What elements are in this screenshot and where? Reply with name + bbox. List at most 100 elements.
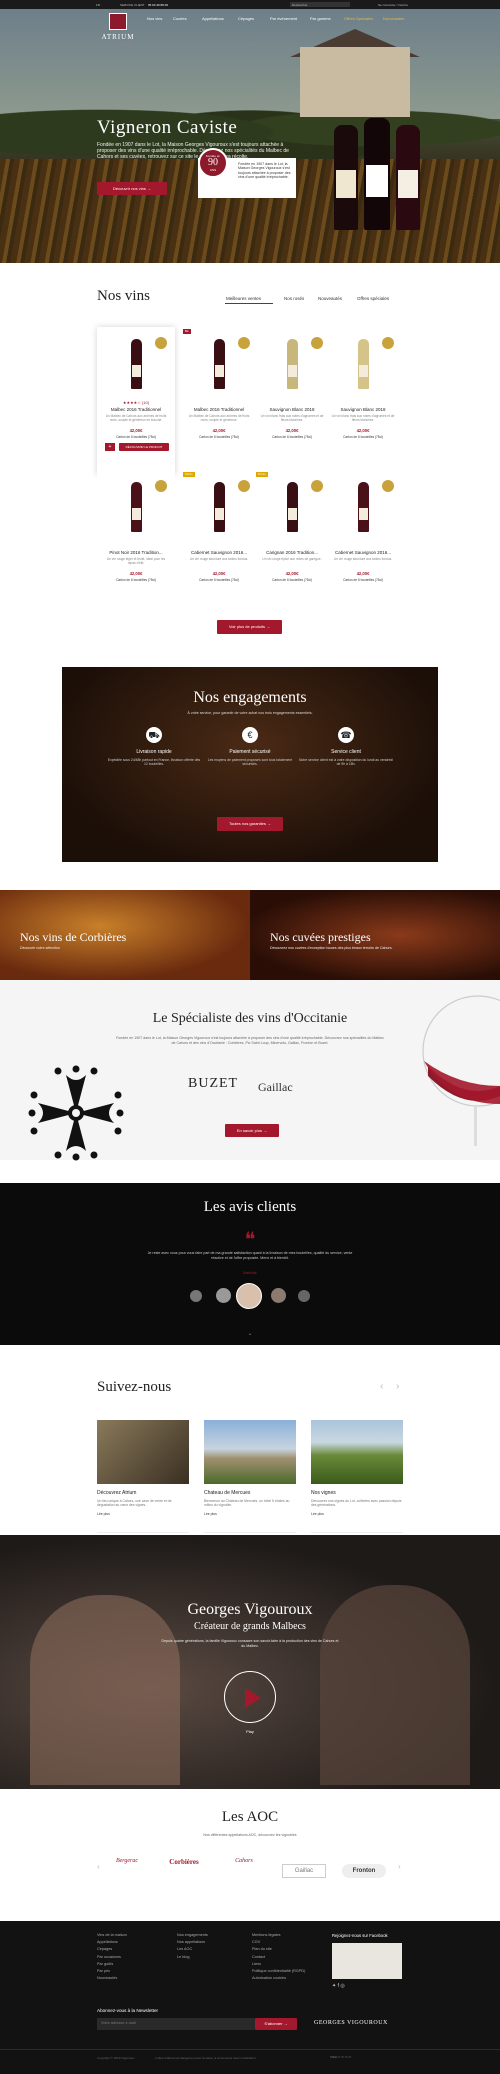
hero-section <box>0 9 500 263</box>
product-price: 42,00€ <box>285 428 299 433</box>
wine-glass-image <box>422 995 500 1146</box>
bottle-image <box>358 482 369 532</box>
top-bar: FR SERVICE CLIENT 05 63 49 89 00 Recherc… <box>0 0 500 9</box>
product-name[interactable]: Cabernet Sauvignon 2016... <box>180 550 258 555</box>
engagements-subtitle: À votre service, pour garantir de votre … <box>187 711 313 715</box>
tab-roses[interactable]: Nos rosés <box>284 296 304 301</box>
truck-icon: ⛟ <box>146 727 162 743</box>
product-name[interactable]: Carignan 2016 Tradition... <box>253 550 331 555</box>
gaillac-logo: Gaillac <box>258 1080 293 1094</box>
avatar[interactable] <box>216 1288 231 1303</box>
nav-appellations[interactable]: Appellations <box>202 16 224 21</box>
product-tag: Bio <box>183 329 191 334</box>
aoc-logo-bergerac[interactable]: Bergerac <box>105 1858 149 1884</box>
nav-nouveautes[interactable]: Nouveautés <box>383 16 404 21</box>
product-stock: Carton de 6 bouteilles (75cl) <box>272 435 312 439</box>
discover-product-button[interactable]: DÉCOUVRIR LE PRODUIT <box>119 443 169 451</box>
avatar[interactable] <box>190 1290 202 1302</box>
aoc-logo-corbieres[interactable]: Corbières <box>162 1858 206 1884</box>
avatar-active[interactable] <box>236 1283 262 1309</box>
aoc-logo-cahors[interactable]: Cahors <box>222 1858 266 1884</box>
product-name[interactable]: Cabernet Sauvignon 2016... <box>324 550 402 555</box>
product-stock: Carton de 6 bouteilles (75cl) <box>272 578 312 582</box>
engagement-livraison: ⛟ Livraison rapide Expédiée sous 24/48h … <box>106 727 202 767</box>
product-card[interactable]: Bio Malbec 2016 Traditionnel Un Malbec de … <box>180 327 258 475</box>
language-selector[interactable]: FR <box>96 3 100 7</box>
post-card-mercues[interactable]: Chateau de Mercues Bienvenue au Château … <box>204 1420 296 1540</box>
nav-nos-vins[interactable]: Nos vins <box>147 16 162 21</box>
product-card[interactable]: Promo Cabernet Sauvignon 2016... Un vin ro… <box>180 470 258 618</box>
avis-quote: Je reste avec vous pour vous faire part … <box>147 1251 353 1260</box>
twitter-icon: ✦ <box>332 1983 337 1989</box>
newsletter-submit-button[interactable]: S'abonner → <box>255 2018 297 2030</box>
section-title-vins: Nos vins <box>97 288 150 304</box>
georges-section: Georges Vigouroux Créateur de grands Mal… <box>0 1535 500 1789</box>
aoc-logo-fronton[interactable]: Fronton <box>342 1864 386 1878</box>
discover-wines-button[interactable]: Découvrir nos vins → <box>97 182 167 195</box>
prev-arrow-icon[interactable]: ‹ <box>97 1862 100 1871</box>
product-name[interactable]: Sauvignon Blanc 2018 <box>253 407 331 412</box>
product-desc: Un vin blanc frais aux notes d'agrumes e… <box>260 414 324 422</box>
bottle-image <box>214 339 225 389</box>
avatar[interactable] <box>298 1290 310 1302</box>
avatar[interactable] <box>271 1288 286 1303</box>
nav-cepages[interactable]: Cépages <box>238 16 254 21</box>
bottle-image <box>287 482 298 532</box>
specialiste-section: Le Spécialiste des vins d'Occitanie Fond… <box>0 980 500 1161</box>
product-price: 42,00€ <box>285 571 299 576</box>
product-card[interactable]: Sauvignon Blanc 2018 Un vin blanc frais a… <box>253 327 331 475</box>
product-card[interactable]: Cabernet Sauvignon 2016... Un vin rouge s… <box>324 470 402 618</box>
banner-corbieres[interactable]: Nos vins de Corbières Découvrir notre sé… <box>0 890 250 980</box>
rating-stars: ★★★★☆ (10) <box>122 400 150 405</box>
tab-offres[interactable]: Offres spéciales <box>357 296 389 301</box>
facebook-widget[interactable] <box>332 1943 402 1979</box>
tab-meilleures-ventes[interactable]: Meilleures ventes <box>226 296 261 301</box>
garanties-button[interactable]: Toutes nos garanties → <box>217 817 283 831</box>
post-card-atrium[interactable]: Découvrez Atrium Un lieu unique à Cahors… <box>97 1420 189 1540</box>
engagements-section: Nos engagements À votre service, pour ga… <box>62 667 438 862</box>
next-arrow-icon[interactable]: › <box>398 1862 401 1871</box>
newsletter-title: Abonnez-vous à la Newsletter <box>97 2008 159 2013</box>
product-stock: Carton de 6 bouteilles (75cl) <box>116 435 156 439</box>
active-tab-indicator <box>225 303 273 304</box>
site-logo[interactable]: ATRIUM <box>96 33 140 41</box>
product-card[interactable]: ★★★★☆ (10) Malbec 2016 Traditionnel Un Mal… <box>97 327 175 475</box>
banner-prestiges[interactable]: Nos cuvées prestiges Découvrez nos cuvée… <box>250 890 500 980</box>
post-card-vignes[interactable]: Nos vignes Découvrez nos vignes du Lot, … <box>311 1420 403 1540</box>
product-price: 42,00€ <box>356 571 370 576</box>
product-name[interactable]: Pinot Noir 2016 Tradition... <box>97 550 175 555</box>
product-card[interactable]: Pinot Noir 2016 Tradition... Un vin rouge… <box>97 470 175 618</box>
product-name[interactable]: Malbec 2016 Traditionnel <box>97 407 175 412</box>
next-arrow-icon[interactable]: › <box>396 1381 399 1392</box>
product-card[interactable]: Sauvignon Blanc 2018 Un vin blanc frais a… <box>324 327 402 475</box>
nav-cuvees[interactable]: Cuvées <box>173 16 187 21</box>
product-name[interactable]: Malbec 2016 Traditionnel <box>180 407 258 412</box>
tab-nouveautes[interactable]: Nouveautés <box>318 296 342 301</box>
prev-arrow-icon[interactable]: ‹ <box>380 1381 383 1392</box>
phone-link[interactable]: 05 63 49 89 00 <box>148 3 168 7</box>
footer-brand-logo[interactable]: GEORGES VIGOUROUX <box>314 2020 388 2026</box>
buzet-logo: BUZET <box>188 1076 239 1091</box>
nav-gamme[interactable]: Par gamme <box>310 16 331 21</box>
instagram-icon: ◎ <box>340 1983 345 1989</box>
product-name[interactable]: Sauvignon Blanc 2018 <box>324 407 402 412</box>
product-card[interactable]: Promo Carignan 2016 Tradition... Un vin ro… <box>253 470 331 618</box>
product-stock: Carton de 6 bouteilles (75cl) <box>199 578 239 582</box>
product-price: 42,00€ <box>129 571 143 576</box>
product-desc: Un vin rouge structuré aux tanins fondus… <box>189 557 249 561</box>
nav-offres[interactable]: Offres Spéciales <box>344 16 373 21</box>
chevron-down-icon[interactable]: ⌄ <box>0 1330 500 1337</box>
search-input[interactable]: Rechercher <box>290 2 350 7</box>
footer-col-1: Vins de la maison Appellations Cépages P… <box>97 1933 127 1981</box>
aoc-logo-gaillac[interactable]: Gaillac <box>282 1864 326 1878</box>
social-icons[interactable]: ✦ f ◎ <box>332 1983 345 1989</box>
cart-icon[interactable]: + <box>105 443 115 451</box>
bottle-image <box>131 339 142 389</box>
play-button[interactable] <box>224 1671 276 1723</box>
account-link[interactable]: Se connecter / Inscrire <box>378 3 408 7</box>
more-products-button[interactable]: Voir plus de produits → <box>217 620 282 634</box>
newsletter-email-input[interactable]: Votre adresse e-mail <box>97 2018 255 2030</box>
en-savoir-plus-button[interactable]: En savoir plus → <box>225 1124 279 1137</box>
logo-emblem-icon[interactable] <box>109 13 127 30</box>
nav-evenement[interactable]: Par événement <box>270 16 297 21</box>
